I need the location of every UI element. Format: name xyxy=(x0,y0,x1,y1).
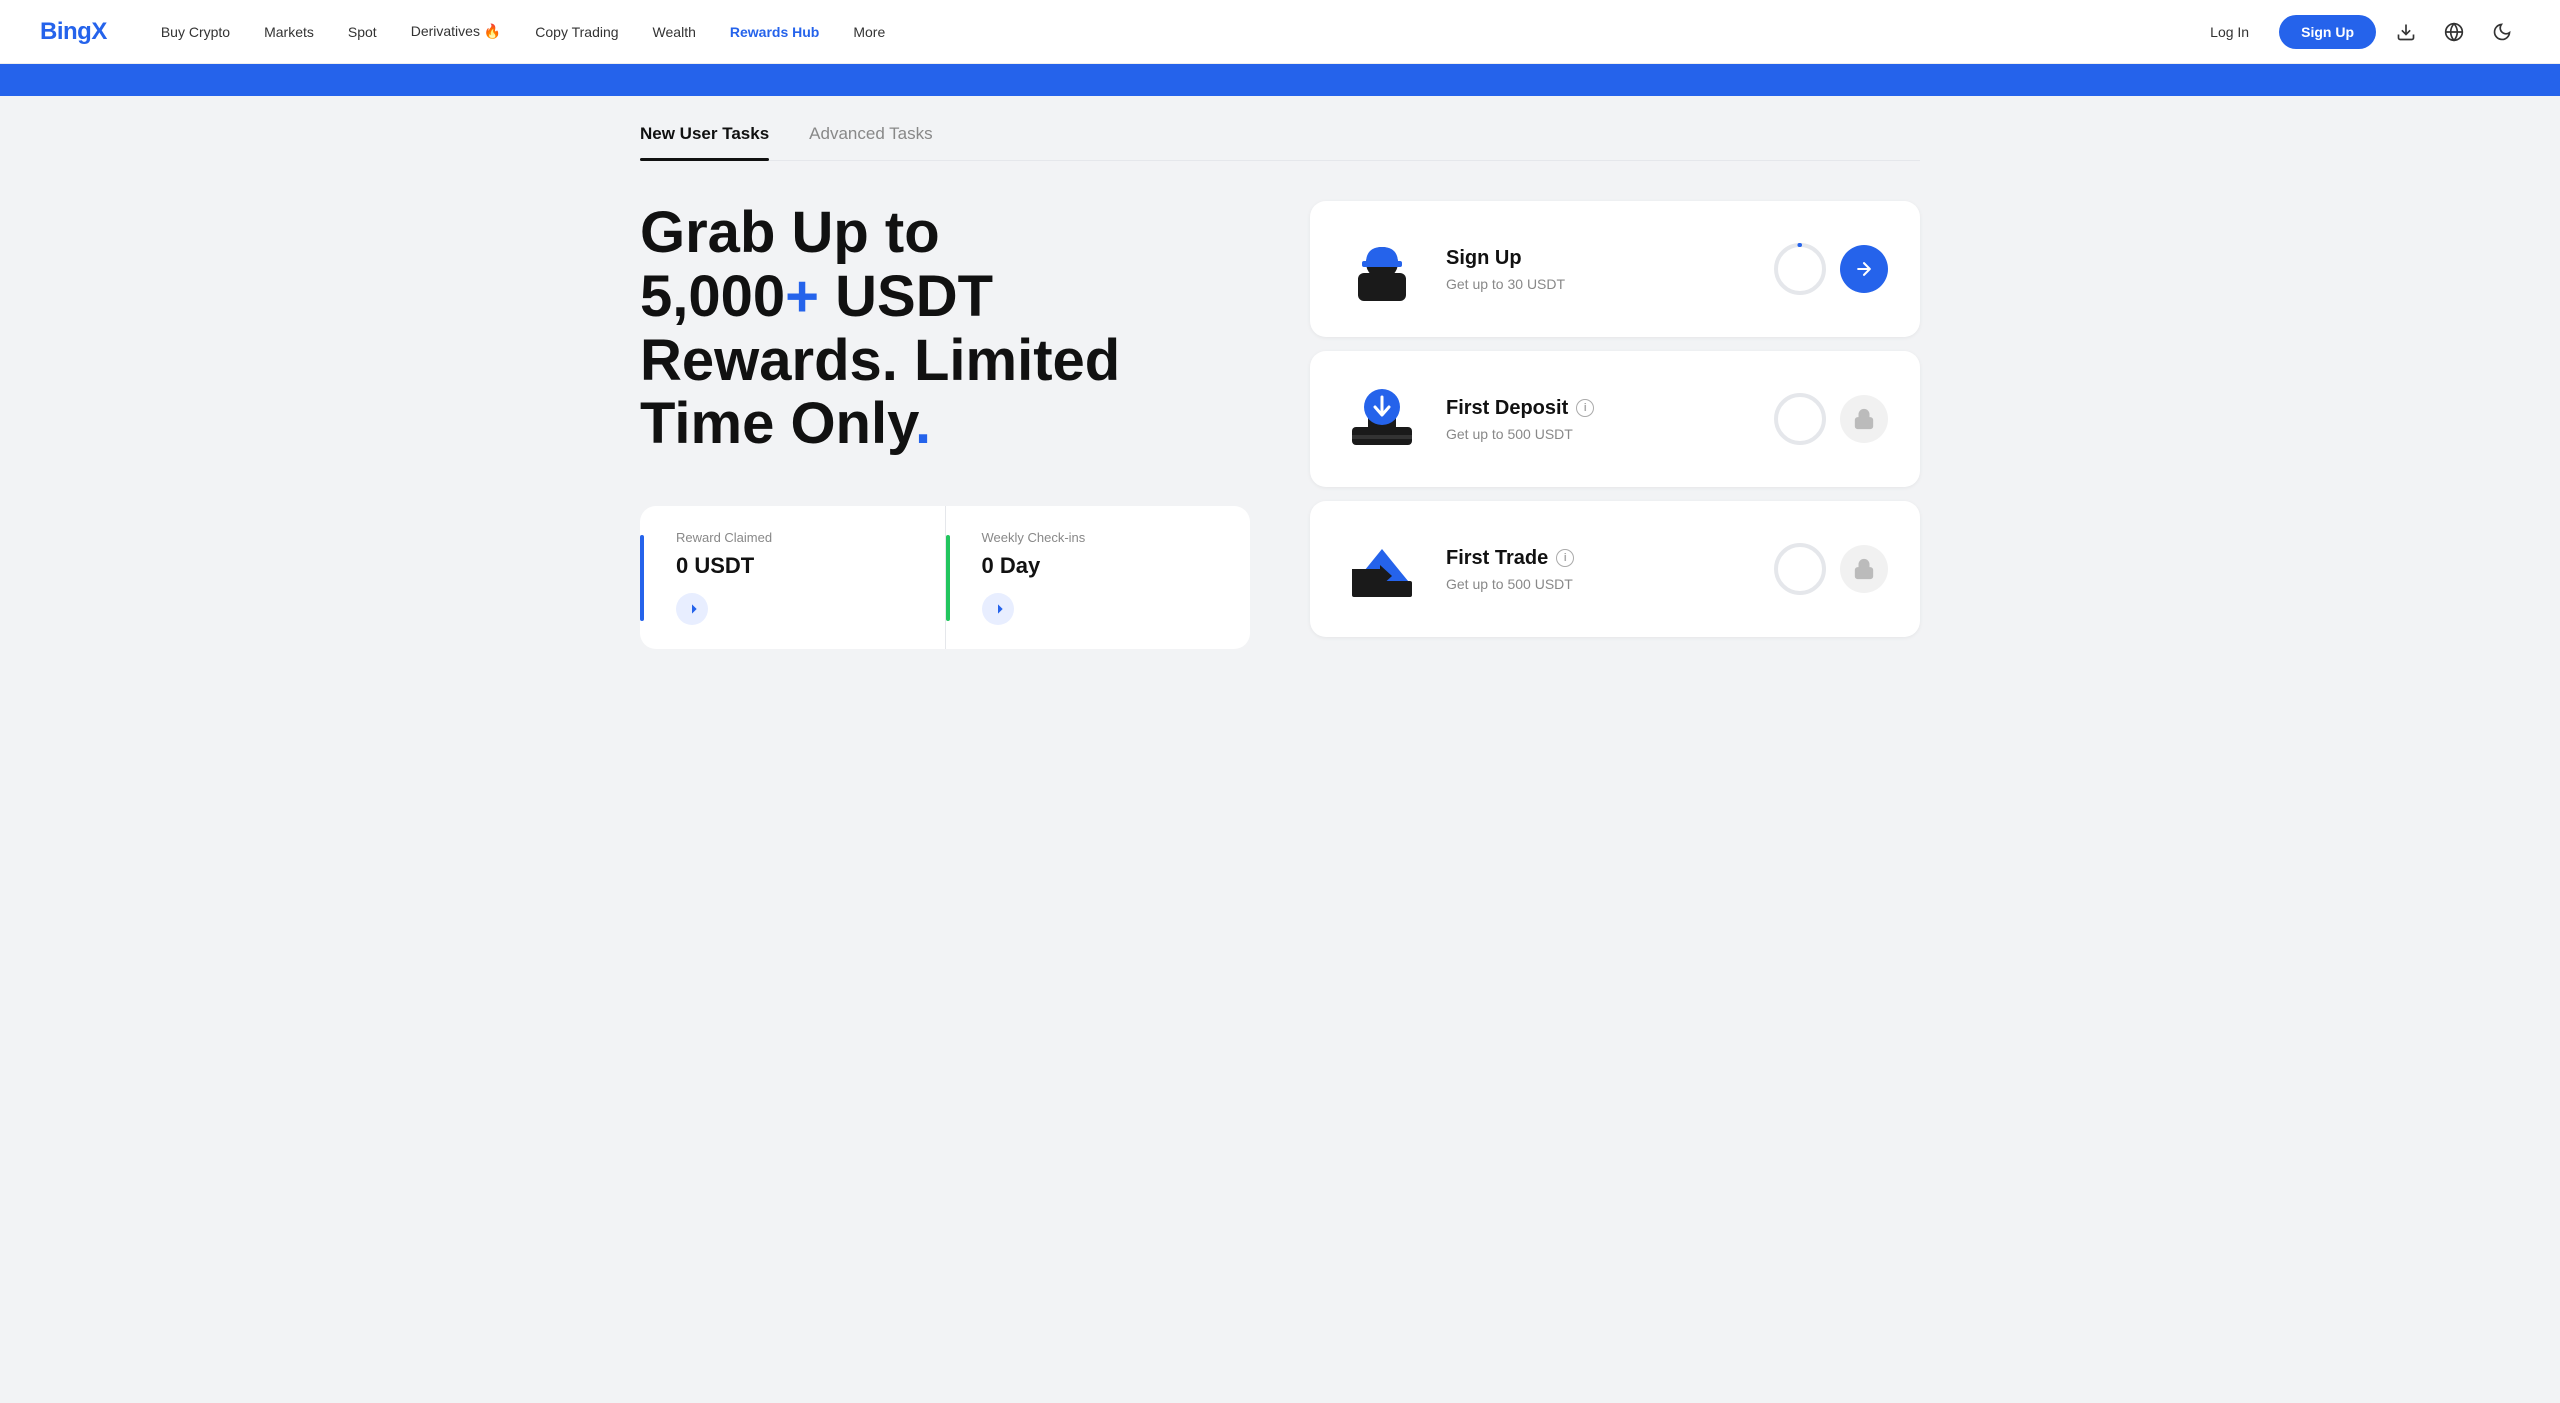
logo[interactable]: BingX xyxy=(40,18,107,46)
stat-border-blue xyxy=(640,535,644,621)
stat-reward-claimed: Reward Claimed 0 USDT xyxy=(640,506,946,649)
task-trade-actions xyxy=(1772,541,1888,597)
nav-markets[interactable]: Markets xyxy=(250,16,328,48)
signup-go-button[interactable] xyxy=(1840,245,1888,293)
deposit-lock-button xyxy=(1840,395,1888,443)
trade-progress-circle xyxy=(1772,541,1828,597)
task-card-deposit: First Deposit i Get up to 500 USDT xyxy=(1310,351,1920,487)
task-deposit-info: First Deposit i Get up to 500 USDT xyxy=(1446,397,1748,442)
task-card-trade: First Trade i Get up to 500 USDT xyxy=(1310,501,1920,637)
deposit-icon-wrap xyxy=(1342,379,1422,459)
task-card-signup: Sign Up Get up to 30 USDT xyxy=(1310,201,1920,337)
task-trade-info: First Trade i Get up to 500 USDT xyxy=(1446,547,1748,592)
task-cards: Sign Up Get up to 30 USDT xyxy=(1310,201,1920,649)
task-deposit-actions xyxy=(1772,391,1888,447)
stat-checkin-label: Weekly Check-ins xyxy=(974,530,1223,545)
signup-progress-circle xyxy=(1772,241,1828,297)
globe-icon[interactable] xyxy=(2436,14,2472,50)
nav-copy-trading[interactable]: Copy Trading xyxy=(521,16,632,48)
deposit-icon xyxy=(1342,379,1422,459)
download-icon[interactable] xyxy=(2388,14,2424,50)
theme-icon[interactable] xyxy=(2484,14,2520,50)
nav-derivatives[interactable]: Derivatives 🔥 xyxy=(397,15,516,48)
deposit-progress-circle xyxy=(1772,391,1828,447)
task-signup-title: Sign Up xyxy=(1446,247,1748,270)
signup-icon xyxy=(1342,229,1422,309)
hero-left: Grab Up to 5,000+ USDT Rewards. Limited … xyxy=(640,201,1250,649)
stat-reward-action[interactable] xyxy=(676,593,708,625)
nav-wealth[interactable]: Wealth xyxy=(639,16,710,48)
task-deposit-title-text: First Deposit xyxy=(1446,397,1568,420)
nav-spot[interactable]: Spot xyxy=(334,16,391,48)
trade-lock-button xyxy=(1840,545,1888,593)
task-trade-subtitle: Get up to 500 USDT xyxy=(1446,576,1748,592)
deposit-info-icon[interactable]: i xyxy=(1576,399,1594,417)
login-button[interactable]: Log In xyxy=(2192,16,2267,48)
trade-icon xyxy=(1342,529,1422,609)
nav-more[interactable]: More xyxy=(839,16,899,48)
stat-reward-label: Reward Claimed xyxy=(668,530,917,545)
signup-icon-wrap xyxy=(1342,229,1422,309)
signup-button[interactable]: Sign Up xyxy=(2279,15,2376,49)
stat-weekly-checkins: Weekly Check-ins 0 Day xyxy=(946,506,1251,649)
stat-border-green xyxy=(946,535,950,621)
stat-checkin-action[interactable] xyxy=(982,593,1014,625)
trade-icon-wrap xyxy=(1342,529,1422,609)
task-trade-title-text: First Trade xyxy=(1446,547,1548,570)
logo-text: BingX xyxy=(40,18,107,45)
logo-accent: X xyxy=(91,18,107,45)
nav-rewards-hub[interactable]: Rewards Hub xyxy=(716,16,833,48)
logo-main: Bing xyxy=(40,18,91,45)
trade-info-icon[interactable]: i xyxy=(1556,549,1574,567)
task-deposit-subtitle: Get up to 500 USDT xyxy=(1446,426,1748,442)
ticker-bar: ✦User fa***5@gmail.com has completed a t… xyxy=(0,64,2560,96)
stat-reward-value: 0 USDT xyxy=(668,553,917,579)
task-signup-actions xyxy=(1772,241,1888,297)
task-signup-subtitle: Get up to 30 USDT xyxy=(1446,276,1748,292)
hero-section: Grab Up to 5,000+ USDT Rewards. Limited … xyxy=(640,201,1920,649)
nav-links: Buy Crypto Markets Spot Derivatives 🔥 Co… xyxy=(147,15,2192,48)
hero-title: Grab Up to 5,000+ USDT Rewards. Limited … xyxy=(640,201,1250,456)
ticker-inner: ✦User fa***5@gmail.com has completed a t… xyxy=(0,72,2560,88)
stats-row: Reward Claimed 0 USDT Weekly Check-ins 0… xyxy=(640,506,1250,649)
main-content: New User Tasks Advanced Tasks Grab Up to… xyxy=(580,96,1980,649)
nav-buy-crypto[interactable]: Buy Crypto xyxy=(147,16,244,48)
task-deposit-title: First Deposit i xyxy=(1446,397,1748,420)
task-signup-title-text: Sign Up xyxy=(1446,247,1522,270)
tab-advanced-tasks[interactable]: Advanced Tasks xyxy=(809,124,932,160)
tab-new-user-tasks[interactable]: New User Tasks xyxy=(640,124,769,160)
tabs: New User Tasks Advanced Tasks xyxy=(640,96,1920,161)
task-signup-info: Sign Up Get up to 30 USDT xyxy=(1446,247,1748,292)
stat-checkin-value: 0 Day xyxy=(974,553,1223,579)
navbar: BingX Buy Crypto Markets Spot Derivative… xyxy=(0,0,2560,64)
task-trade-title: First Trade i xyxy=(1446,547,1748,570)
nav-right: Log In Sign Up xyxy=(2192,14,2520,50)
